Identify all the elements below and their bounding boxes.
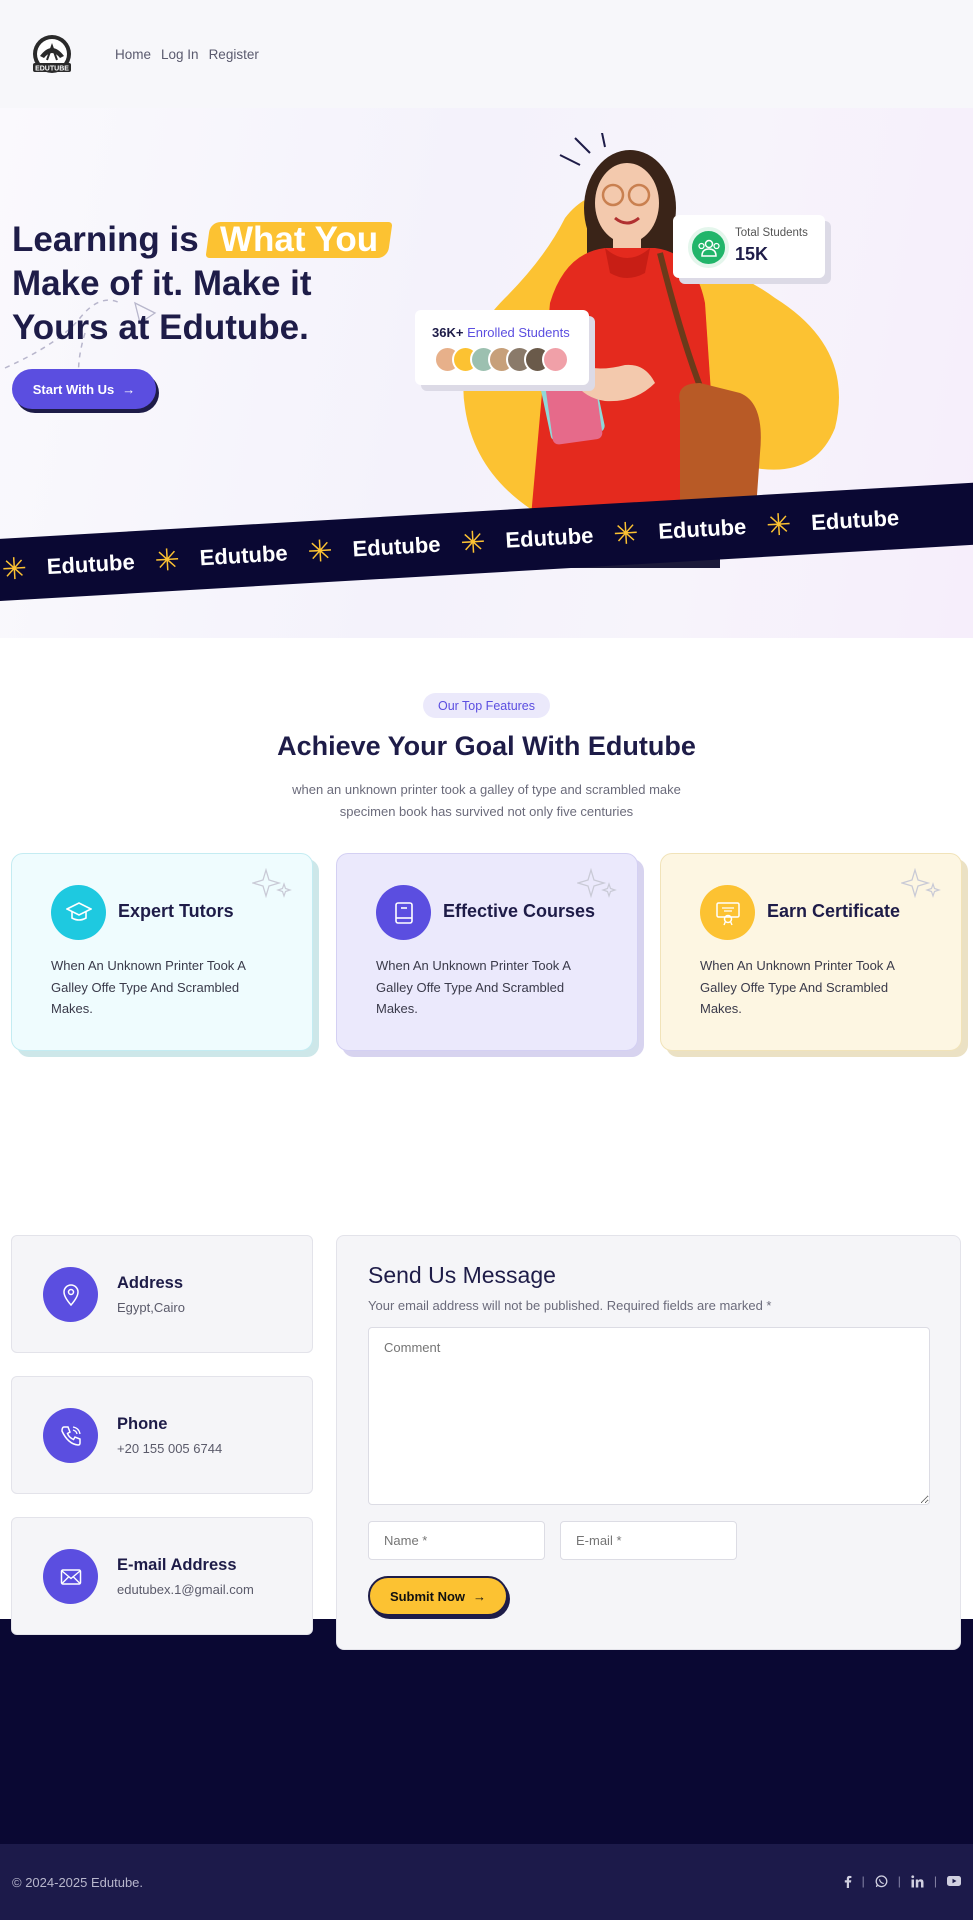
top-navigation: EDUTUBE Home Log In Register — [0, 0, 973, 108]
marquee-item: ✳ Edutube — [306, 531, 442, 569]
certificate-icon — [700, 885, 755, 940]
total-students-label: Total Students — [735, 227, 808, 239]
divider: | — [897, 1874, 901, 1888]
contact-title: Phone — [117, 1415, 168, 1433]
contact-value: +20 155 005 6744 — [117, 1441, 223, 1456]
contact-value: Egypt,Cairo — [117, 1300, 185, 1315]
features-badge: Our Top Features — [423, 693, 550, 718]
star-icon: ✳ — [306, 534, 334, 569]
total-students-card: Total Students 15K — [673, 215, 825, 278]
marquee-item: ✳ Edutube — [765, 505, 900, 543]
contact-card-phone: Phone +20 155 005 6744 — [11, 1376, 313, 1494]
edutube-logo[interactable]: EDUTUBE — [30, 34, 74, 76]
contact-dark-band — [0, 1619, 973, 1844]
hero-title-line2: Make of it. Make it — [12, 264, 312, 303]
enrolled-count: 36K+ — [432, 325, 464, 340]
feature-card-effective-courses[interactable]: Effective Courses When An Unknown Printe… — [336, 853, 638, 1051]
star-icon: ✳ — [0, 551, 28, 587]
nav-link-register[interactable]: Register — [209, 47, 259, 62]
student-avatars — [434, 346, 569, 373]
star-icon: ✳ — [765, 507, 793, 543]
hero-title-line3: Yours at Edutube. — [12, 308, 309, 347]
book-icon — [376, 885, 431, 940]
nav-link-home[interactable]: Home — [115, 47, 151, 62]
divider: | — [861, 1874, 865, 1888]
enrolled-students-text: 36K+ Enrolled Students — [432, 325, 570, 340]
contact-value: edutubex.1@gmail.com — [117, 1582, 254, 1597]
star-icon: ✳ — [459, 525, 487, 560]
feature-name: Effective Courses — [443, 901, 596, 921]
avatar — [542, 346, 569, 373]
start-button-label: Start With Us — [32, 381, 115, 397]
phone-icon — [43, 1408, 98, 1463]
sparkle-icon — [577, 868, 617, 899]
email-input[interactable] — [560, 1521, 737, 1560]
comment-textarea[interactable] — [368, 1327, 930, 1505]
nav-links: Home Log In Register — [115, 47, 259, 62]
mail-icon — [43, 1549, 98, 1604]
graduation-cap-icon — [51, 885, 106, 940]
form-subtitle: Your email address will not be published… — [368, 1298, 772, 1313]
feature-description: When An Unknown Printer Took A Galley Of… — [51, 958, 246, 1016]
whatsapp-icon[interactable] — [875, 1874, 888, 1888]
footer: © 2024-2025 Edutube. | | | — [0, 1844, 973, 1920]
contact-card-email: E-mail Address edutubex.1@gmail.com — [11, 1517, 313, 1635]
location-pin-icon — [43, 1267, 98, 1322]
marquee-item: ✳ Edutube — [459, 522, 595, 560]
arrow-right-icon: → — [473, 1588, 487, 1604]
features-subtitle: when an unknown printer took a galley of… — [292, 782, 681, 819]
star-icon: ✳ — [612, 516, 640, 552]
start-with-us-button[interactable]: Start With Us → — [12, 369, 156, 409]
hero-title-part1: Learning is — [12, 220, 199, 259]
sparkle-icon — [901, 868, 941, 899]
contact-title: E-mail Address — [117, 1556, 237, 1574]
feature-name: Expert Tutors — [118, 901, 234, 921]
svg-text:EDUTUBE: EDUTUBE — [35, 66, 69, 73]
star-icon: ✳ — [153, 543, 181, 578]
marquee-item: ✳ Edutube — [0, 549, 136, 587]
feature-description: When An Unknown Printer Took A Galley Of… — [376, 958, 571, 1016]
submit-now-button[interactable]: Submit Now → — [368, 1576, 508, 1616]
enrolled-label: Enrolled Students — [467, 325, 570, 340]
nav-link-login[interactable]: Log In — [161, 47, 199, 62]
marquee-item: ✳ Edutube — [153, 540, 289, 578]
feature-name: Earn Certificate — [767, 901, 901, 921]
hero-title-highlight: What You — [205, 220, 394, 259]
contact-form: Send Us Message Your email address will … — [336, 1235, 961, 1650]
enrolled-students-card: 36K+ Enrolled Students — [415, 310, 589, 385]
submit-label: Submit Now — [389, 1588, 466, 1604]
sparkle-icon — [252, 868, 292, 899]
total-students-value: 15K — [735, 244, 769, 264]
linkedin-icon[interactable] — [911, 1874, 924, 1888]
feature-card-earn-certificate[interactable]: Earn Certificate When An Unknown Printer… — [660, 853, 962, 1051]
name-input[interactable] — [368, 1521, 545, 1560]
contact-card-address: Address Egypt,Cairo — [11, 1235, 313, 1353]
features-title: Achieve Your Goal With Edutube — [277, 731, 696, 761]
arrow-right-icon: → — [122, 381, 136, 397]
feature-description: When An Unknown Printer Took A Galley Of… — [700, 958, 895, 1016]
copyright-text: © 2024-2025 Edutube. — [12, 1875, 144, 1890]
feature-card-expert-tutors[interactable]: Expert Tutors When An Unknown Printer To… — [11, 853, 313, 1051]
youtube-icon[interactable] — [947, 1876, 961, 1886]
hero-title: Learning is What You Make of it. Make it… — [12, 218, 432, 350]
form-title: Send Us Message — [368, 1262, 556, 1288]
social-links: | | | — [844, 1874, 961, 1888]
users-icon — [688, 227, 729, 268]
marquee-item: ✳ Edutube — [612, 513, 747, 552]
facebook-icon[interactable] — [844, 1875, 852, 1888]
divider: | — [933, 1874, 937, 1888]
contact-title: Address — [117, 1274, 184, 1292]
